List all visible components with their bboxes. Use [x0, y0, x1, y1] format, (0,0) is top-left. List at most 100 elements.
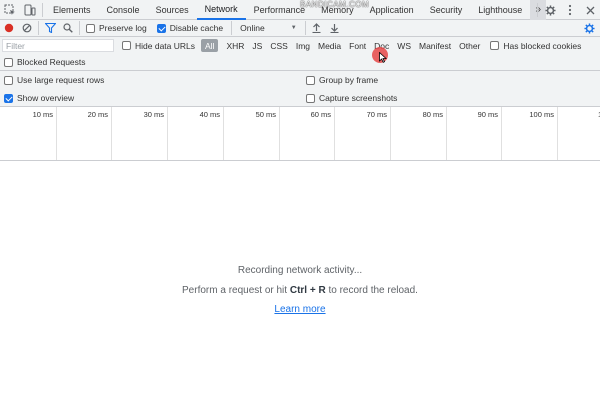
timeline-tick-label: 60 ms	[310, 110, 331, 119]
show-overview-box[interactable]	[4, 93, 13, 103]
settings-gear-icon[interactable]	[540, 0, 560, 20]
disable-cache-label: Disable cache	[169, 23, 224, 33]
hide-data-urls-label: Hide data URLs	[135, 40, 196, 51]
settings-row-2: Show overview Capture screenshots	[0, 89, 600, 107]
tab-elements[interactable]: Elements	[45, 0, 99, 20]
preserve-log-label: Preserve log	[99, 23, 147, 33]
recording-message: Recording network activity...	[237, 265, 363, 276]
reload-shortcut: Ctrl + R	[289, 285, 326, 296]
blocked-requests-box[interactable]	[4, 57, 13, 67]
hide-data-urls-checkbox[interactable]: Hide data URLs	[122, 41, 195, 51]
tab-performance[interactable]: Performance	[246, 0, 314, 20]
preserve-log-checkbox[interactable]: Preserve log	[86, 23, 147, 33]
group-by-frame-checkbox[interactable]: Group by frame	[306, 75, 378, 85]
toolbar-divider	[231, 21, 233, 35]
group-by-frame-label: Group by frame	[319, 75, 379, 85]
has-blocked-cookies-label: Has blocked cookies	[503, 40, 582, 51]
empty-state: Recording network activity... Perform a …	[0, 162, 600, 417]
timeline-gridline	[501, 107, 502, 160]
filter-type-ws[interactable]: WS	[393, 39, 415, 52]
reload-hint: Perform a request or hit Ctrl + R to rec…	[0, 285, 600, 296]
timeline-overview[interactable]: 10 ms 20 ms 30 ms 40 ms 50 ms 60 ms 70 ms 80 ms…	[0, 107, 600, 161]
toolbar-divider	[42, 2, 43, 17]
filter-type-css[interactable]: CSS	[266, 39, 291, 52]
timeline-tick-label: 90 ms	[477, 110, 498, 119]
timeline-tick-label: 20 ms	[87, 110, 108, 119]
timeline-tick-label: 10 ms	[32, 110, 53, 119]
large-rows-label: Use large request rows	[17, 75, 105, 85]
filter-type-manifest[interactable]: Manifest	[415, 39, 455, 52]
blocked-requests-bar: Blocked Requests	[0, 54, 600, 71]
toolbar-divider	[304, 21, 306, 35]
tab-network[interactable]: Network	[196, 0, 246, 20]
disable-cache-box[interactable]	[156, 23, 166, 33]
reload-hint-prefix: Perform a request or hit	[182, 285, 290, 296]
close-devtools-icon[interactable]	[580, 0, 600, 20]
has-blocked-cookies-box[interactable]	[490, 41, 500, 50]
inspect-element-icon[interactable]	[0, 0, 20, 20]
throttling-select[interactable]: Online ▼	[234, 23, 303, 33]
timeline-gridline	[223, 107, 224, 160]
kebab-menu-icon[interactable]	[560, 0, 580, 20]
blocked-requests-checkbox[interactable]: Blocked Requests	[4, 57, 86, 67]
filter-type-all[interactable]: All	[201, 39, 219, 52]
filter-funnel-icon[interactable]	[41, 20, 59, 37]
device-toolbar-icon[interactable]	[20, 0, 40, 20]
filter-type-other[interactable]: Other	[455, 39, 484, 52]
tab-lighthouse[interactable]: Lighthouse	[470, 0, 530, 20]
timeline-gridline	[390, 107, 391, 160]
learn-more-link[interactable]: Learn more	[274, 304, 325, 315]
capture-screenshots-label: Capture screenshots	[319, 93, 398, 103]
timeline-tick-label: 30 ms	[143, 110, 164, 119]
timeline-gridline	[167, 107, 168, 160]
timeline-gridline	[56, 107, 57, 160]
settings-row-1: Use large request rows Group by frame	[0, 71, 600, 89]
show-overview-label: Show overview	[17, 93, 75, 103]
filter-type-xhr[interactable]: XHR	[222, 39, 248, 52]
toolbar-divider	[537, 3, 538, 17]
mouse-cursor-icon	[379, 52, 387, 63]
clear-button[interactable]	[18, 20, 36, 37]
network-settings-gear-icon[interactable]	[580, 20, 598, 37]
has-blocked-cookies-checkbox[interactable]: Has blocked cookies	[490, 41, 581, 51]
learn-more-row: Learn more	[0, 304, 600, 315]
timeline-tick-label: 110	[560, 110, 600, 119]
timeline-tick-label: 70 ms	[366, 110, 387, 119]
filter-type-img[interactable]: Img	[292, 39, 314, 52]
search-icon[interactable]	[59, 20, 77, 37]
timeline-gridline	[334, 107, 335, 160]
timeline-tick-label: 50 ms	[255, 110, 276, 119]
import-har-icon[interactable]	[308, 20, 326, 37]
blocked-requests-label: Blocked Requests	[17, 57, 86, 67]
preserve-log-box[interactable]	[86, 23, 95, 33]
tab-sources[interactable]: Sources	[148, 0, 197, 20]
hide-data-urls-box[interactable]	[122, 41, 131, 50]
large-rows-checkbox[interactable]: Use large request rows	[4, 75, 104, 85]
large-rows-box[interactable]	[4, 75, 13, 85]
filter-type-js[interactable]: JS	[248, 39, 266, 52]
timeline-tick-label: 100 ms	[529, 110, 554, 119]
filter-type-font[interactable]: Font	[345, 39, 370, 52]
timeline-tick-label: 40 ms	[199, 110, 220, 119]
disable-cache-checkbox[interactable]: Disable cache	[156, 23, 224, 33]
group-by-frame-box[interactable]	[306, 75, 315, 85]
show-overview-checkbox[interactable]: Show overview	[4, 93, 74, 103]
reload-hint-suffix: to record the reload.	[325, 285, 418, 296]
record-button[interactable]	[0, 20, 18, 37]
filter-bar: Hide data URLs All XHR JS CSS Img Media …	[0, 37, 600, 54]
filter-input[interactable]	[2, 39, 114, 52]
tab-application[interactable]: Application	[362, 0, 422, 20]
filter-type-media[interactable]: Media	[314, 39, 345, 52]
capture-screenshots-box[interactable]	[306, 93, 315, 103]
tab-memory[interactable]: Memory	[313, 0, 362, 20]
timeline-gridline	[557, 107, 558, 160]
timeline-tick-label: 80 ms	[422, 110, 443, 119]
tab-console[interactable]: Console	[99, 0, 148, 20]
capture-screenshots-checkbox[interactable]: Capture screenshots	[306, 93, 397, 103]
timeline-gridline	[279, 107, 280, 160]
throttling-value: Online	[240, 23, 265, 33]
export-har-icon[interactable]	[326, 20, 344, 37]
chevron-down-icon: ▼	[290, 25, 297, 31]
toolbar-divider	[79, 21, 80, 35]
tab-security[interactable]: Security	[422, 0, 471, 20]
